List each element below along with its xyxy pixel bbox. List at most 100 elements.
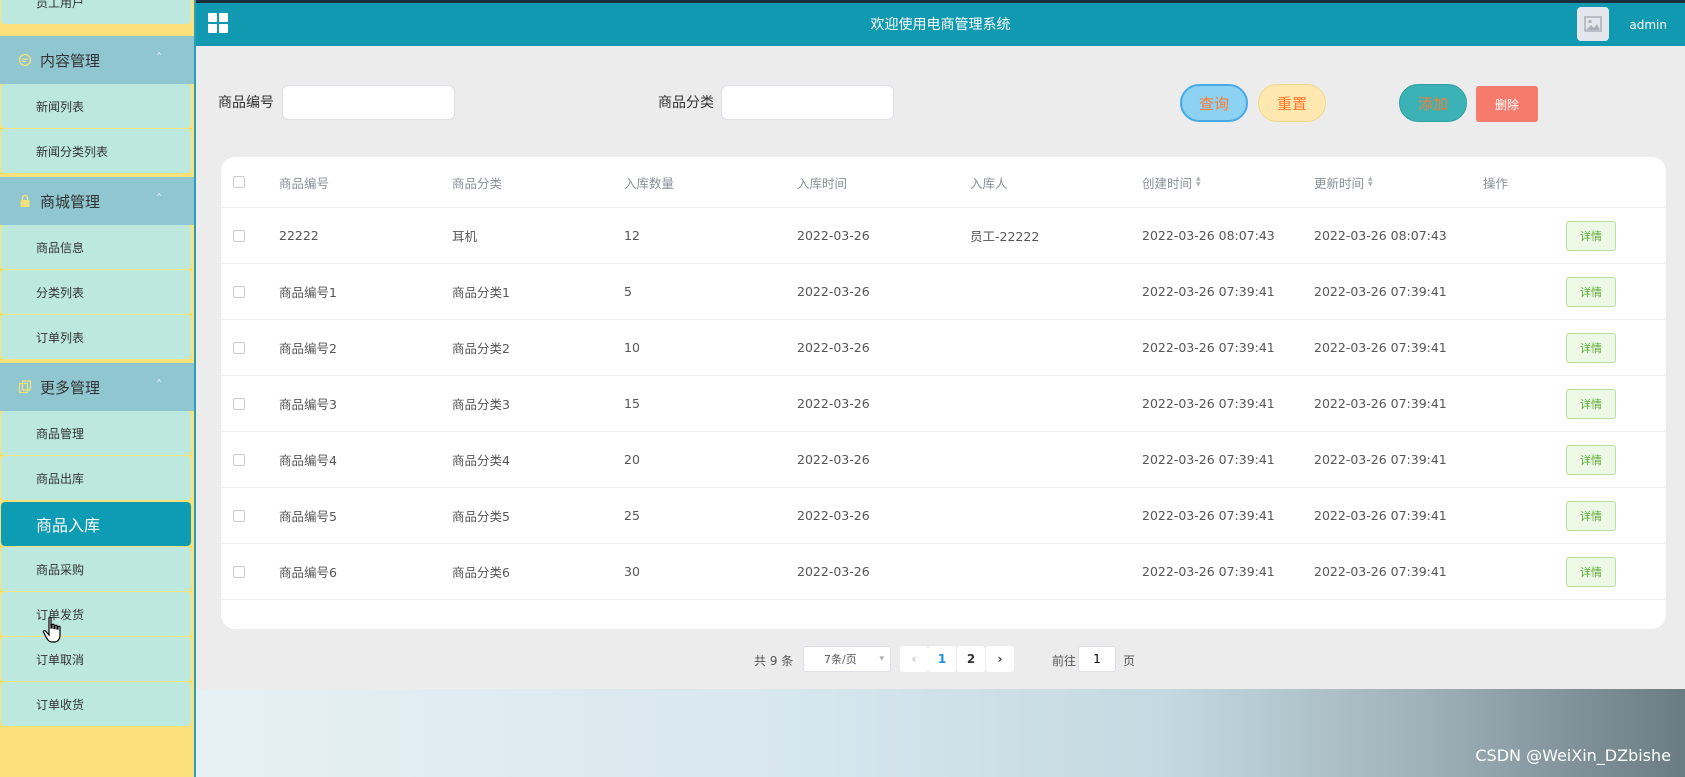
sidebar-item-label: 员工用户	[36, 0, 85, 10]
sidebar-item-label: 新闻分类列表	[36, 144, 109, 159]
sort-icon[interactable]: ▲ ▼	[1196, 176, 1201, 188]
table-cell: 商品编号5	[279, 509, 337, 524]
table-cell: 2022-03-26 07:39:41	[1314, 508, 1447, 523]
avatar[interactable]	[1577, 7, 1609, 41]
detail-button[interactable]: 详情	[1566, 221, 1616, 251]
column-header[interactable]: 创建时间 ▲ ▼	[1142, 157, 1201, 207]
table-cell: 商品编号6	[279, 565, 337, 580]
row-checkbox[interactable]	[233, 510, 245, 522]
watermark: CSDN @WeiXin_DZbishe	[1475, 746, 1671, 765]
table-cell: 2022-03-26 07:39:41	[1314, 284, 1447, 299]
add-button[interactable]: 添加	[1399, 84, 1467, 122]
sidebar-item[interactable]: 订单列表	[1, 315, 191, 359]
sidebar-item-label: 商品出库	[36, 471, 85, 486]
detail-button[interactable]: 详情	[1566, 389, 1616, 419]
sidebar-group-label: 内容管理	[40, 51, 101, 70]
sidebar-item[interactable]: 商品入库	[1, 502, 191, 546]
table-cell: 商品编号3	[279, 397, 337, 412]
page-size-value: 7条/页	[824, 653, 857, 666]
sidebar-group[interactable]: 更多管理 ˄	[0, 363, 194, 411]
table-cell: 2022-03-26	[797, 340, 870, 355]
page-1-button[interactable]: 1	[928, 646, 956, 672]
table-cell: 30	[624, 564, 640, 579]
sidebar-group[interactable]: 商城管理 ˄	[0, 177, 194, 225]
table-cell: 2022-03-26	[797, 396, 870, 411]
detail-button[interactable]: 详情	[1566, 501, 1616, 531]
search-product-number-input[interactable]	[282, 85, 455, 120]
column-header-label: 商品分类	[452, 175, 503, 191]
column-header: 入库数量	[624, 157, 674, 207]
row-checkbox[interactable]	[233, 230, 245, 242]
delete-button[interactable]: 删除	[1476, 86, 1538, 122]
copy-icon	[18, 380, 32, 394]
sidebar-item[interactable]: 订单取消	[1, 637, 191, 681]
table-cell: 商品分类3	[452, 397, 510, 412]
table-cell: 耳机	[452, 229, 478, 244]
row-checkbox[interactable]	[233, 454, 245, 466]
next-page-button[interactable]: ›	[986, 646, 1014, 672]
sidebar-group-label: 商城管理	[40, 192, 101, 211]
table-header-row: 商品编号 商品分类 入库数量 入库时间 入库人 创建时间 ▲ ▼ 更新时间 ▲ ▼ 操作	[221, 157, 1666, 208]
goto-page-input[interactable]	[1078, 646, 1116, 672]
table-cell: 商品分类1	[452, 285, 510, 300]
sidebar-item[interactable]: 订单发货	[1, 592, 191, 636]
table-row: 商品编号3 商品分类3 15 2022-03-26 2022-03-26 07:39:4…	[221, 376, 1666, 432]
sidebar-item[interactable]: 商品采购	[1, 547, 191, 591]
chevron-down-icon: ▾	[879, 654, 884, 664]
page-2-button[interactable]: 2	[957, 646, 985, 672]
query-button[interactable]: 查询	[1180, 84, 1248, 122]
table-cell: 15	[624, 396, 640, 411]
sidebar-item[interactable]: 订单收货	[1, 682, 191, 726]
table-cell: 2022-03-26 07:39:41	[1314, 452, 1447, 467]
sidebar-item-label: 分类列表	[36, 285, 85, 300]
table-cell: 商品编号4	[279, 453, 337, 468]
table-cell: 商品分类4	[452, 453, 510, 468]
sidebar-group[interactable]: 内容管理 ˄	[0, 36, 194, 84]
table-cell: 2022-03-26 07:39:41	[1142, 284, 1275, 299]
sidebar-item[interactable]: 新闻分类列表	[1, 129, 191, 173]
sidebar-item[interactable]: 分类列表	[1, 270, 191, 314]
sidebar-item-label: 商品入库	[36, 516, 101, 535]
page-suffix-label: 页	[1123, 654, 1136, 668]
page-size-select[interactable]: 7条/页 ▾	[803, 646, 891, 672]
sidebar-item[interactable]: 员工用户	[1, 0, 191, 24]
table-cell: 商品分类5	[452, 509, 510, 524]
table-cell: 商品编号2	[279, 341, 337, 356]
sidebar-item[interactable]: 商品管理	[1, 411, 191, 455]
column-header-label: 更新时间	[1314, 175, 1365, 191]
sidebar-item[interactable]: 商品出库	[1, 456, 191, 500]
select-all-checkbox[interactable]	[233, 176, 245, 188]
sidebar-item-label: 新闻列表	[36, 99, 85, 114]
row-checkbox[interactable]	[233, 566, 245, 578]
sidebar: 员工用户 内容管理 ˄ 新闻列表 新闻分类列表 商城管理 ˄ 商品信息 分类列表 订单列表 更多管理…	[0, 0, 196, 777]
column-header: 入库人	[970, 157, 1008, 207]
table-cell: 2022-03-26 08:07:43	[1142, 228, 1275, 243]
sidebar-item[interactable]: 新闻列表	[1, 84, 191, 128]
sidebar-item-label: 商品采购	[36, 562, 85, 577]
detail-button[interactable]: 详情	[1566, 445, 1616, 475]
table-cell: 2022-03-26 07:39:41	[1314, 396, 1447, 411]
table-cell: 2022-03-26	[797, 452, 870, 467]
reset-button[interactable]: 重置	[1258, 84, 1326, 122]
prev-page-button[interactable]: ‹	[900, 646, 928, 672]
table-cell: 2022-03-26 07:39:41	[1142, 452, 1275, 467]
detail-button[interactable]: 详情	[1566, 557, 1616, 587]
row-checkbox[interactable]	[233, 342, 245, 354]
sort-icon[interactable]: ▲ ▼	[1368, 176, 1373, 188]
table-cell: 2022-03-26	[797, 508, 870, 523]
column-header[interactable]: 更新时间 ▲ ▼	[1314, 157, 1373, 207]
table-cell: 2022-03-26	[797, 284, 870, 299]
column-header-label: 入库数量	[624, 175, 675, 191]
column-header: 操作	[1483, 157, 1508, 207]
sidebar-item-label: 商品管理	[36, 426, 85, 441]
background-strip: CSDN @WeiXin_DZbishe	[196, 689, 1685, 777]
chevron-up-icon: ˄	[156, 378, 162, 392]
row-checkbox[interactable]	[233, 398, 245, 410]
user-name[interactable]: admin	[1629, 18, 1667, 32]
search-product-category-input[interactable]	[721, 85, 894, 120]
table-cell: 20	[624, 452, 640, 467]
detail-button[interactable]: 详情	[1566, 277, 1616, 307]
sidebar-item[interactable]: 商品信息	[1, 225, 191, 269]
row-checkbox[interactable]	[233, 286, 245, 298]
detail-button[interactable]: 详情	[1566, 333, 1616, 363]
